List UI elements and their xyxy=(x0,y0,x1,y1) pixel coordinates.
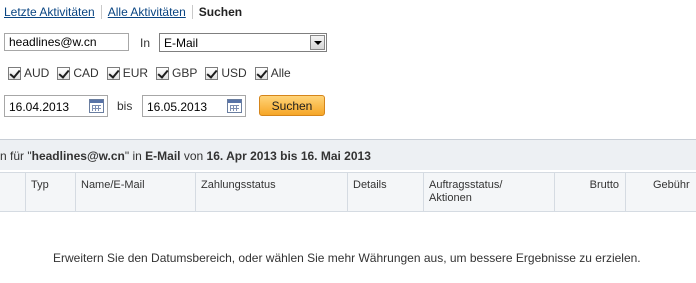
results-table-header: Typ Name/E-Mail Zahlungsstatus Details A… xyxy=(0,172,696,212)
checkbox-checked-icon[interactable] xyxy=(106,66,120,80)
calendar-icon[interactable] xyxy=(89,99,104,113)
currency-label: EUR xyxy=(122,66,149,80)
currency-option-usd[interactable]: USD xyxy=(205,66,247,80)
results-summary-to: 16. Mai 2013 xyxy=(300,149,371,163)
order-status-line2: Aktionen xyxy=(429,192,472,204)
column-header-gross[interactable]: Brutto xyxy=(554,173,625,211)
results-summary-from: 16. Apr 2013 xyxy=(206,149,277,163)
results-summary-from-label: von xyxy=(180,149,207,163)
results-summary-in: " in xyxy=(124,149,146,163)
order-status-line1: Auftragsstatus/ xyxy=(429,179,503,191)
tab-recent-activity[interactable]: Letzte Aktivitäten xyxy=(4,5,95,19)
column-header-name-email[interactable]: Name/E-Mail xyxy=(75,173,195,211)
tab-divider xyxy=(191,5,193,19)
currency-option-gbp[interactable]: GBP xyxy=(156,66,197,80)
column-header-fee[interactable]: Gebühr xyxy=(625,173,696,211)
tab-search: Suchen xyxy=(198,5,243,19)
currency-label: GBP xyxy=(172,66,198,80)
currency-option-eur[interactable]: EUR xyxy=(106,66,149,80)
results-summary: n für "headlines@w.cn" in E-Mail von 16.… xyxy=(0,149,371,163)
calendar-icon[interactable] xyxy=(227,99,242,113)
search-input[interactable] xyxy=(4,33,129,51)
currency-option-all[interactable]: Alle xyxy=(254,66,291,80)
currency-option-aud[interactable]: AUD xyxy=(8,66,49,80)
checkbox-checked-icon[interactable] xyxy=(205,66,219,80)
empty-results-message: Erweitern Sie den Datumsbereich, oder wä… xyxy=(53,251,641,265)
activity-tabs: Letzte Aktivitäten Alle Aktivitäten Such… xyxy=(4,5,242,19)
date-from-field[interactable]: 16.04.2013 xyxy=(4,95,108,117)
currency-label: USD xyxy=(221,66,247,80)
checkbox-checked-icon[interactable] xyxy=(8,66,21,80)
results-summary-bar: n für "headlines@w.cn" in E-Mail von 16.… xyxy=(0,139,696,170)
search-button[interactable]: Suchen xyxy=(259,95,325,116)
date-range-separator: bis xyxy=(117,99,133,113)
in-label: In xyxy=(140,36,151,50)
results-summary-query: headlines@w.cn xyxy=(31,149,125,163)
currency-option-cad[interactable]: CAD xyxy=(57,66,99,80)
results-summary-to-label: bis xyxy=(276,149,301,163)
results-summary-prefix: n für " xyxy=(0,149,32,163)
column-header-order-status: Auftragsstatus/ Aktionen xyxy=(423,173,554,211)
search-field-select[interactable]: E-Mail xyxy=(159,33,327,52)
currency-label: AUD xyxy=(24,66,50,80)
date-to-field[interactable]: 16.05.2013 xyxy=(142,95,246,117)
tab-divider xyxy=(100,5,102,19)
tab-all-activity[interactable]: Alle Aktivitäten xyxy=(108,5,186,19)
column-header-select xyxy=(0,173,25,211)
column-header-payment-status[interactable]: Zahlungsstatus xyxy=(195,173,347,211)
column-header-type[interactable]: Typ xyxy=(25,173,75,211)
date-from-value: 16.04.2013 xyxy=(9,100,70,114)
column-header-details: Details xyxy=(347,173,423,211)
date-to-value: 16.05.2013 xyxy=(147,100,208,114)
currency-label: CAD xyxy=(73,66,99,80)
checkbox-checked-icon[interactable] xyxy=(254,66,268,80)
currency-filter: AUD CAD EUR GBP USD Alle xyxy=(8,66,299,80)
currency-label: Alle xyxy=(270,66,291,80)
checkbox-checked-icon[interactable] xyxy=(156,66,170,80)
search-field-selected: E-Mail xyxy=(164,36,199,50)
chevron-down-icon[interactable] xyxy=(310,35,325,50)
results-summary-field: E-Mail xyxy=(145,149,181,163)
checkbox-checked-icon[interactable] xyxy=(57,66,71,80)
